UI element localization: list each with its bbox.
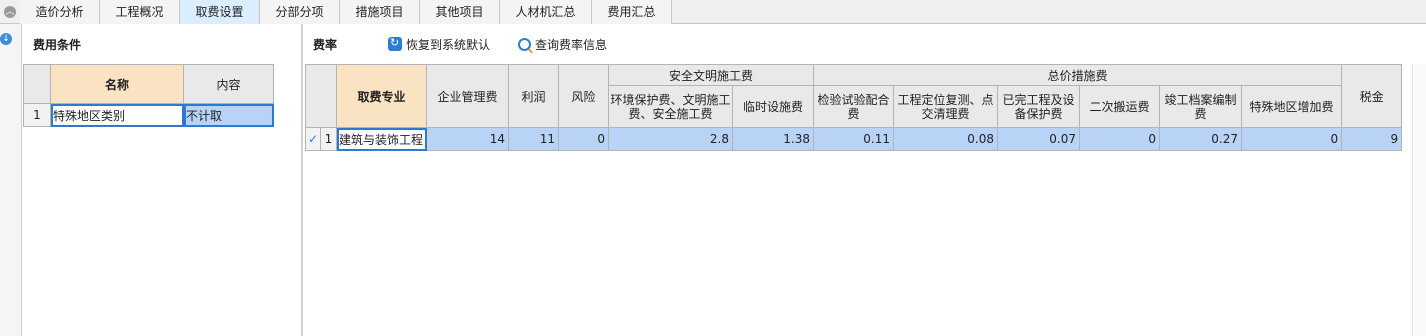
locate-survey-cell[interactable]: 0.08 <box>893 127 999 151</box>
tax-cell[interactable]: 9 <box>1341 127 1403 151</box>
query-rate-button[interactable]: 查询费率信息 <box>518 34 607 54</box>
header-env-safety: 环境保护费、文明施工费、安全施工费 <box>608 85 733 128</box>
query-rate-label: 查询费率信息 <box>535 37 608 52</box>
condition-content-cell[interactable]: 不计取 <box>183 103 274 127</box>
header-tax: 税金 <box>1341 64 1403 128</box>
tab-measures[interactable]: 措施项目 <box>340 0 420 24</box>
fee-rate-title: 费率 <box>313 38 338 52</box>
check-icon: ✓ <box>305 127 321 151</box>
header-archive: 竣工档案编制费 <box>1159 85 1243 128</box>
tab-bar: ︿ 造价分析 工程概况 取费设置 分部分项 措施项目 其他项目 人材机汇总 费用… <box>0 0 1426 24</box>
table-row[interactable]: 1 特殊地区类别 不计取 <box>23 103 274 127</box>
header-fee-major: 取费专业 <box>336 64 427 128</box>
header-protection: 已完工程及设备保护费 <box>997 85 1081 128</box>
header-inspection: 检验试验配合费 <box>813 85 895 128</box>
row-number: 1 <box>23 103 51 127</box>
inspection-cell[interactable]: 0.11 <box>813 127 895 151</box>
collapse-button[interactable]: ︿ <box>0 0 20 24</box>
table-row[interactable]: ✓ 1 建筑与装饰工程 14 11 0 2.8 1.38 0.11 0.08 0… <box>305 127 1403 151</box>
restore-icon <box>388 36 402 51</box>
fee-conditions-panel: 费用条件 名称 内容 1 特殊地区类别 不计取 <box>23 24 301 336</box>
special-area-cell[interactable]: 0 <box>1241 127 1343 151</box>
env-safety-cell[interactable]: 2.8 <box>608 127 733 151</box>
corner-cell <box>23 64 51 104</box>
fee-major-cell[interactable]: 建筑与装饰工程 <box>336 127 427 151</box>
side-strip: ↓ <box>0 24 22 336</box>
fee-rate-table: 取费专业 企业管理费 利润 风险 安全文明施工费 总价措施费 税金 环境保护费、… <box>305 64 1403 151</box>
tab-labor-material-summary[interactable]: 人材机汇总 <box>500 0 592 24</box>
fee-conditions-title: 费用条件 <box>33 38 82 52</box>
mgmt-fee-cell[interactable]: 14 <box>426 127 509 151</box>
header-measures-group: 总价措施费 <box>813 64 1343 86</box>
restore-default-button[interactable]: 恢复到系统默认 <box>388 34 490 54</box>
header-locate-survey: 工程定位复测、点交清理费 <box>893 85 999 128</box>
protection-cell[interactable]: 0.07 <box>997 127 1081 151</box>
chevron-up-icon: ︿ <box>4 6 16 18</box>
tab-cost-analysis[interactable]: 造价分析 <box>20 0 100 24</box>
archive-cell[interactable]: 0.27 <box>1159 127 1243 151</box>
tab-other-items[interactable]: 其他项目 <box>420 0 500 24</box>
header-content: 内容 <box>183 64 274 104</box>
vertical-scrollbar[interactable] <box>1412 64 1426 336</box>
profit-cell[interactable]: 11 <box>508 127 559 151</box>
header-special-area: 特殊地区增加费 <box>1241 85 1343 128</box>
header-temp-facility: 临时设施费 <box>731 85 815 128</box>
risk-cell[interactable]: 0 <box>558 127 609 151</box>
search-icon <box>518 37 531 51</box>
condition-name-cell[interactable]: 特殊地区类别 <box>50 103 184 127</box>
download-icon[interactable]: ↓ <box>0 33 12 45</box>
fee-conditions-table: 名称 内容 1 特殊地区类别 不计取 <box>23 64 274 127</box>
corner-cell <box>305 64 337 128</box>
header-name: 名称 <box>50 64 184 104</box>
header-risk: 风险 <box>558 64 609 128</box>
header-safety-group: 安全文明施工费 <box>607 64 815 86</box>
row-number: 1 <box>320 127 337 151</box>
temp-facility-cell[interactable]: 1.38 <box>731 127 815 151</box>
tab-fee-settings[interactable]: 取费设置 <box>180 0 260 24</box>
secondary-transport-cell[interactable]: 0 <box>1079 127 1161 151</box>
header-profit: 利润 <box>508 64 559 128</box>
tab-sub-items[interactable]: 分部分项 <box>260 0 340 24</box>
header-secondary-transport: 二次搬运费 <box>1079 85 1161 128</box>
restore-default-label: 恢复到系统默认 <box>406 37 491 52</box>
tab-cost-summary[interactable]: 费用汇总 <box>592 0 672 24</box>
header-mgmt-fee: 企业管理费 <box>426 64 509 128</box>
tab-project-overview[interactable]: 工程概况 <box>100 0 180 24</box>
